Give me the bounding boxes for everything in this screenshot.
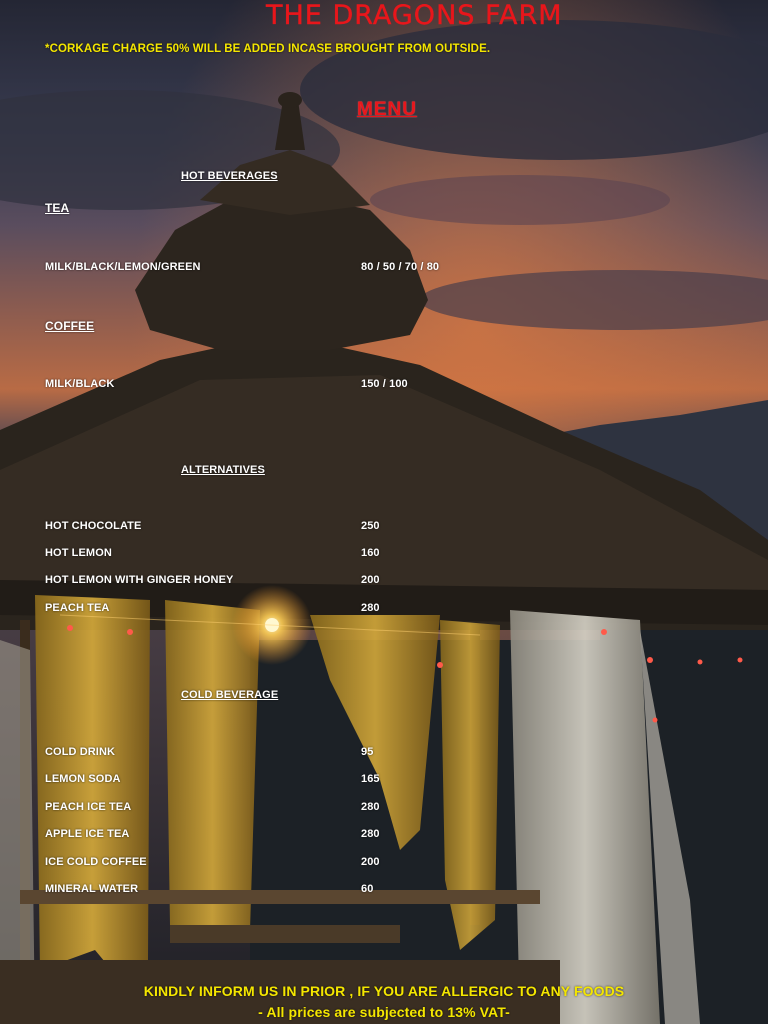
menu-heading: MENU: [357, 99, 417, 120]
menu-item-price: 160: [361, 547, 380, 559]
menu-item-price: 200: [361, 856, 380, 868]
section-heading-hot-beverages: HOT BEVERAGES: [181, 170, 278, 182]
menu-item-name: PEACH TEA: [45, 602, 110, 614]
allergy-note: KINDLY INFORM US IN PRIOR , IF YOU ARE A…: [143, 983, 625, 999]
menu-item-name: APPLE ICE TEA: [45, 828, 130, 840]
vat-note: - All prices are subjected to 13% VAT-: [258, 1004, 510, 1020]
menu-item-price: 200: [361, 574, 380, 586]
menu-item-price: 60: [361, 883, 374, 895]
menu-item-price: 250: [361, 520, 380, 532]
corkage-note: *CORKAGE CHARGE 50% WILL BE ADDED INCASE…: [45, 43, 491, 55]
page-title: THE DRAGONS FARM: [266, 0, 563, 31]
menu-item-name: COLD DRINK: [45, 746, 116, 758]
menu-item-name: HOT LEMON: [45, 547, 112, 559]
menu-item-name: ICE COLD COFFEE: [45, 856, 147, 868]
menu-item-price: 280: [361, 602, 380, 614]
menu-item-price: 150 / 100: [361, 378, 408, 390]
menu-item-name: LEMON SODA: [45, 773, 121, 785]
category-heading-coffee: COFFEE: [45, 319, 95, 333]
menu-item-price: 280: [361, 801, 380, 813]
category-heading-tea: TEA: [45, 201, 70, 215]
menu-item-price: 80 / 50 / 70 / 80: [361, 261, 440, 273]
menu-item-name: MILK/BLACK/LEMON/GREEN: [45, 261, 201, 273]
menu-item-name: MINERAL WATER: [45, 883, 139, 895]
menu-item-price: 165: [361, 773, 380, 785]
menu-item-name: MILK/BLACK: [45, 378, 115, 390]
menu-item-name: HOT CHOCOLATE: [45, 520, 142, 532]
menu-item-name: HOT LEMON WITH GINGER HONEY: [45, 574, 234, 586]
section-heading-cold-beverage: COLD BEVERAGE: [181, 689, 279, 701]
menu-item-name: PEACH ICE TEA: [45, 801, 132, 813]
section-heading-alternatives: ALTERNATIVES: [181, 464, 265, 476]
menu-item-price: 95: [361, 746, 374, 758]
background-photo: [0, 0, 768, 1024]
menu-item-price: 280: [361, 828, 380, 840]
